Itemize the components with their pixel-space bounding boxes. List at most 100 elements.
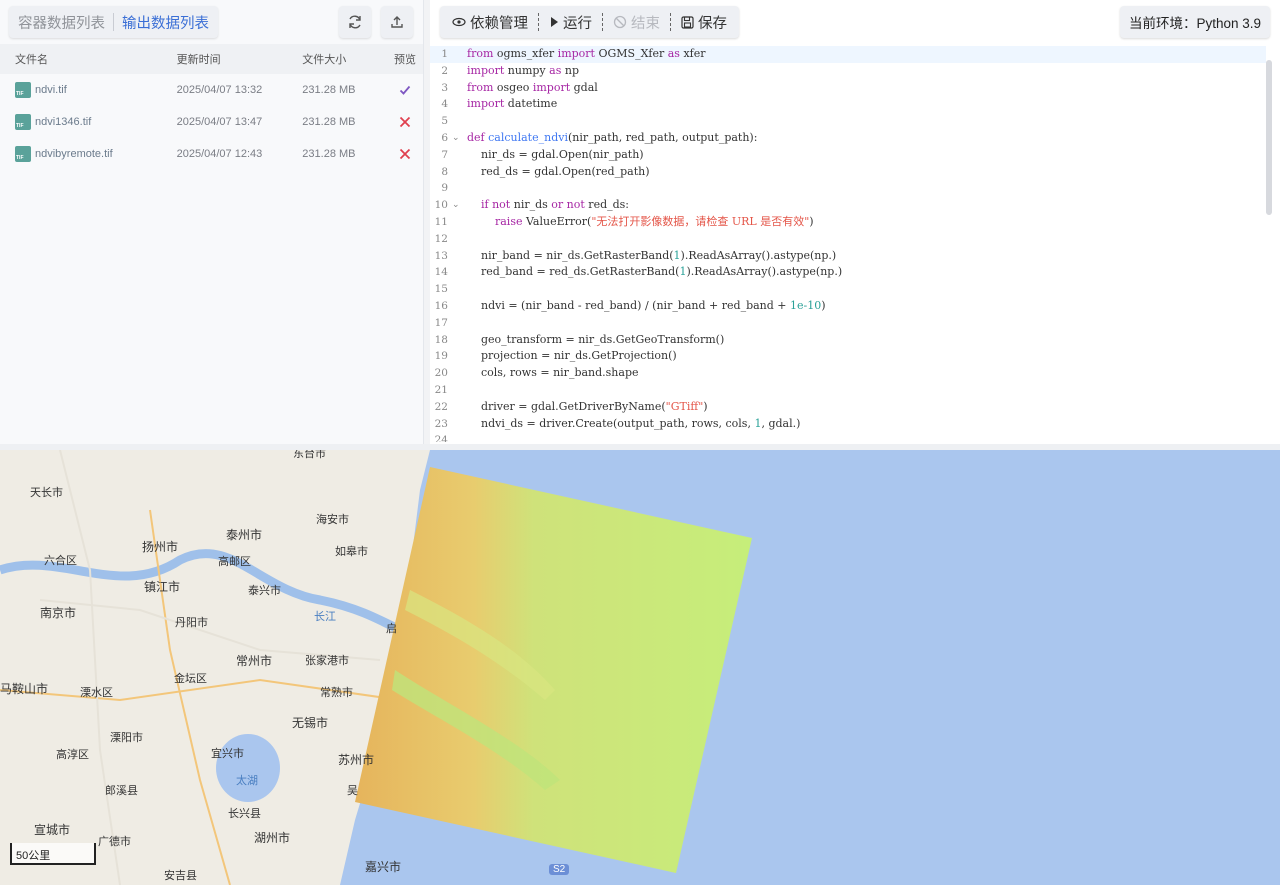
tif-file-icon [15,146,31,162]
tab-output-data[interactable]: 输出数据列表 [121,12,210,33]
map-label: 无锡市 [292,716,329,730]
code-line[interactable]: 16 ndvi = (nir_band - red_band) / (nir_b… [430,298,1266,315]
line-number: 11 [434,215,448,228]
preview-unavailable-button[interactable] [387,148,423,160]
map-label: 六合区 [44,555,77,567]
code-line[interactable]: 2 import numpy as np [430,63,1266,80]
code-text: driver = gdal.GetDriverByName("GTiff") [467,399,708,413]
refresh-button[interactable] [339,6,371,38]
code-line[interactable]: 7 nir_ds = gdal.Open(nir_path) [430,147,1266,164]
code-text: ndvi_ds = driver.Create(output_path, row… [467,416,801,430]
map-label: 东台市 [293,450,326,460]
line-number: 4 [441,98,448,111]
environment-badge: 当前环境：Python 3.9 [1119,6,1270,38]
table-row[interactable]: ndvi1346.tif 2025/04/07 13:47 231.28 MB [0,106,423,138]
map-label: 安吉县 [164,870,197,882]
map-label: 郎溪县 [105,785,138,797]
line-number: 19 [434,350,448,363]
file-name[interactable]: ndvi.tif [35,84,67,96]
code-line[interactable]: 12 [430,231,1266,248]
code-line[interactable]: 10 ⌄ if not nir_ds or not red_ds: [430,197,1266,214]
code-text: cols, rows = nir_band.shape [467,366,639,380]
map-label: 长兴县 [228,808,261,820]
map-label: 马鞍山市 [0,682,49,696]
line-number: 10 [434,199,448,212]
code-line[interactable]: 22 driver = gdal.GetDriverByName("GTiff"… [430,399,1266,416]
tif-file-icon [15,82,31,98]
file-name[interactable]: ndvi1346.tif [35,116,91,128]
map-label: 金坛区 [174,673,207,685]
code-line[interactable]: 20 cols, rows = nir_band.shape [430,365,1266,382]
save-button[interactable]: 保存 [677,12,731,33]
map-label: 南京市 [40,606,77,620]
code-line[interactable]: 8 red_ds = gdal.Open(red_path) [430,164,1266,181]
code-line[interactable]: 23 ndvi_ds = driver.Create(output_path, … [430,416,1266,433]
map-label: 泰兴市 [248,585,281,597]
file-time: 2025/04/07 13:47 [176,116,263,128]
code-text: projection = nir_ds.GetProjection() [467,349,677,363]
col-preview-header: 预览 [394,54,417,66]
code-text: from ogms_xfer import OGMS_Xfer as xfer [467,47,706,60]
code-line[interactable]: 5 [430,113,1266,130]
fold-chevron-icon[interactable]: ⌄ [452,130,460,147]
close-icon [399,148,411,160]
code-line[interactable]: 1 from ogms_xfer import OGMS_Xfer as xfer [430,46,1266,63]
code-editor[interactable]: 1 from ogms_xfer import OGMS_Xfer as xfer… [430,46,1266,442]
file-name[interactable]: ndvibyremote.tif [35,148,113,160]
code-line[interactable]: 19 projection = nir_ds.GetProjection() [430,348,1266,365]
fold-chevron-icon[interactable]: ⌄ [452,197,460,214]
code-line[interactable]: 11 raise ValueError("无法打开影像数据，请检查 URL 是否… [430,214,1266,231]
map-scale-bar: 50公里 [10,843,96,865]
package-icon [452,17,466,27]
line-number: 12 [434,232,448,245]
line-number: 18 [434,333,448,346]
check-icon [399,85,411,95]
map-view[interactable]: 东台市 天长市 泰州市 扬州市 海安市 高邮区 如皋市 六合区 镇江市 泰兴市 … [0,450,1280,885]
code-line[interactable]: 18 geo_transform = nir_ds.GetGeoTransfor… [430,332,1266,349]
stop-label: 结束 [631,15,660,32]
code-line[interactable]: 15 [430,281,1266,298]
code-text: def calculate_ndvi(nir_path, red_path, o… [467,130,758,144]
run-button[interactable]: 运行 [545,12,596,33]
line-number: 17 [434,316,448,329]
line-number: 6 [441,131,448,144]
code-line[interactable]: 13 nir_band = nir_ds.GetRasterBand(1).Re… [430,248,1266,265]
code-text: if not nir_ds or not red_ds: [481,198,630,212]
map-label: 海安市 [316,514,349,526]
line-number: 7 [441,148,448,161]
table-row[interactable]: ndvibyremote.tif 2025/04/07 12:43 231.28… [0,138,423,170]
line-number: 22 [434,400,448,413]
code-line[interactable]: 3 from osgeo import gdal [430,80,1266,97]
stop-button[interactable]: 结束 [609,12,664,33]
code-line[interactable]: 4 import datetime [430,96,1266,113]
map-label: 常熟市 [320,687,353,699]
line-number: 8 [441,165,448,178]
line-number: 3 [441,81,448,94]
line-number: 15 [434,283,448,296]
app-root: 容器数据列表 输出数据列表 文件名 更新时间 文件大小 预览 ndvi.tif … [0,0,1280,885]
code-line[interactable]: 14 red_band = red_ds.GetRasterBand(1).Re… [430,264,1266,281]
line-number: 21 [434,383,448,396]
code-line[interactable]: 21 [430,382,1266,399]
map-label: 长江 [314,611,336,623]
editor-scrollbar[interactable] [1266,60,1272,215]
line-number: 9 [441,182,448,195]
line-number: 1 [441,48,448,60]
preview-check-button[interactable] [387,84,423,96]
dependency-button[interactable]: 依赖管理 [448,12,532,33]
table-row[interactable]: ndvi.tif 2025/04/07 13:32 231.28 MB [0,74,423,106]
code-line[interactable]: 17 [430,315,1266,332]
file-size: 231.28 MB [302,116,356,128]
code-toolbar: 依赖管理 运行 结束 保存 [440,6,739,38]
upload-icon [391,16,403,28]
code-line[interactable]: 24 [430,432,1266,442]
map-label: 启 [386,623,397,635]
code-line[interactable]: 9 [430,180,1266,197]
tab-container-data[interactable]: 容器数据列表 [17,12,106,33]
preview-unavailable-button[interactable] [387,116,423,128]
code-line[interactable]: 6 ⌄ def calculate_ndvi(nir_path, red_path,… [430,130,1266,147]
upload-button[interactable] [381,6,413,38]
file-table-header: 文件名 更新时间 文件大小 预览 [0,44,423,74]
col-size-header: 文件大小 [302,54,347,66]
file-size: 231.28 MB [302,84,356,96]
